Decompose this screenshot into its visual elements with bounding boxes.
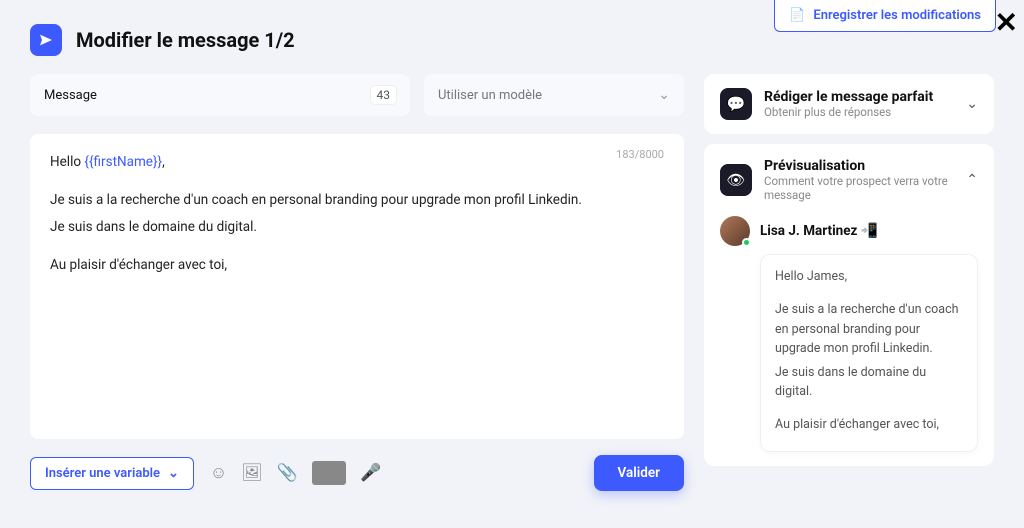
save-changes-button[interactable]: 📄 Enregistrer les modifications bbox=[774, 0, 996, 32]
send-icon bbox=[38, 32, 54, 48]
insert-variable-button[interactable]: Insérer une variable ⌄ bbox=[30, 457, 194, 490]
app-icon bbox=[30, 24, 62, 56]
close-icon[interactable]: ✕ bbox=[989, 2, 1024, 43]
chevron-up-icon: ⌃ bbox=[966, 172, 978, 188]
char-counter: 183/8000 bbox=[616, 148, 664, 161]
document-icon: 📄 bbox=[789, 8, 805, 23]
perfect-message-title: Rédiger le message parfait bbox=[764, 89, 954, 105]
perfect-message-sub: Obtenir plus de réponses bbox=[764, 105, 954, 119]
page-title: Modifier le message 1/2 bbox=[76, 28, 295, 52]
preview-body: Lisa J. Martinez 📲 Hello James, Je suis … bbox=[720, 216, 978, 452]
editor-body: Hello {{firstName}}, Je suis a la recher… bbox=[50, 152, 664, 276]
greeting-prefix: Hello bbox=[50, 154, 84, 170]
attachment-icon[interactable]: 📎 bbox=[277, 463, 298, 483]
perfect-message-panel: 💬 Rédiger le message parfait Obtenir plu… bbox=[704, 74, 994, 134]
chat-icon: 💬 bbox=[720, 88, 752, 120]
presence-indicator bbox=[742, 238, 751, 247]
save-changes-label: Enregistrer les modifications bbox=[813, 8, 981, 23]
preview-toggle[interactable]: 👁 Prévisualisation Comment votre prospec… bbox=[720, 158, 978, 202]
message-field-label: Message bbox=[44, 88, 97, 103]
editor-line: Au plaisir d'échanger avec toi, bbox=[50, 255, 664, 277]
microphone-icon[interactable]: 🎤 bbox=[360, 463, 381, 483]
preview-line: Hello James, bbox=[775, 267, 963, 286]
insert-variable-label: Insérer une variable bbox=[45, 466, 160, 481]
message-count-badge: 43 bbox=[371, 86, 397, 104]
avatar bbox=[720, 216, 750, 246]
editor-line: Je suis a la recherche d'un coach en per… bbox=[50, 190, 664, 212]
editor-line: Je suis dans le domaine du digital. bbox=[50, 217, 664, 239]
preview-title: Prévisualisation bbox=[764, 158, 954, 174]
gif-icon[interactable]: GIF bbox=[312, 461, 346, 485]
chevron-down-icon: ⌄ bbox=[658, 87, 670, 103]
preview-line: Je suis dans le domaine du digital. bbox=[775, 363, 963, 402]
preview-sub: Comment votre prospect verra votre messa… bbox=[764, 174, 954, 202]
preview-bubble: Hello James, Je suis a la recherche d'un… bbox=[760, 254, 978, 452]
eye-icon: 👁 bbox=[720, 164, 752, 196]
message-field[interactable]: Message 43 bbox=[30, 74, 410, 116]
chevron-down-icon: ⌄ bbox=[168, 466, 179, 481]
greeting-suffix: , bbox=[162, 154, 165, 170]
emoji-icon[interactable]: ☺ bbox=[210, 463, 227, 483]
validate-button[interactable]: Valider bbox=[594, 455, 684, 491]
variable-token: {{firstName}} bbox=[84, 154, 162, 170]
preview-panel: 👁 Prévisualisation Comment votre prospec… bbox=[704, 144, 994, 466]
phone-icon: 📲 bbox=[861, 223, 878, 239]
preview-line: Je suis a la recherche d'un coach en per… bbox=[775, 300, 963, 358]
image-icon[interactable]: 🖼 bbox=[241, 463, 263, 483]
prospect-header: Lisa J. Martinez 📲 bbox=[720, 216, 978, 246]
prospect-name: Lisa J. Martinez bbox=[760, 223, 857, 239]
perfect-message-toggle[interactable]: 💬 Rédiger le message parfait Obtenir plu… bbox=[720, 88, 978, 120]
template-placeholder: Utiliser un modèle bbox=[438, 88, 542, 103]
preview-line: Au plaisir d'échanger avec toi, bbox=[775, 415, 963, 434]
template-select[interactable]: Utiliser un modèle ⌄ bbox=[424, 74, 684, 116]
chevron-down-icon: ⌄ bbox=[966, 96, 978, 112]
message-editor[interactable]: 183/8000 Hello {{firstName}}, Je suis a … bbox=[30, 134, 684, 439]
